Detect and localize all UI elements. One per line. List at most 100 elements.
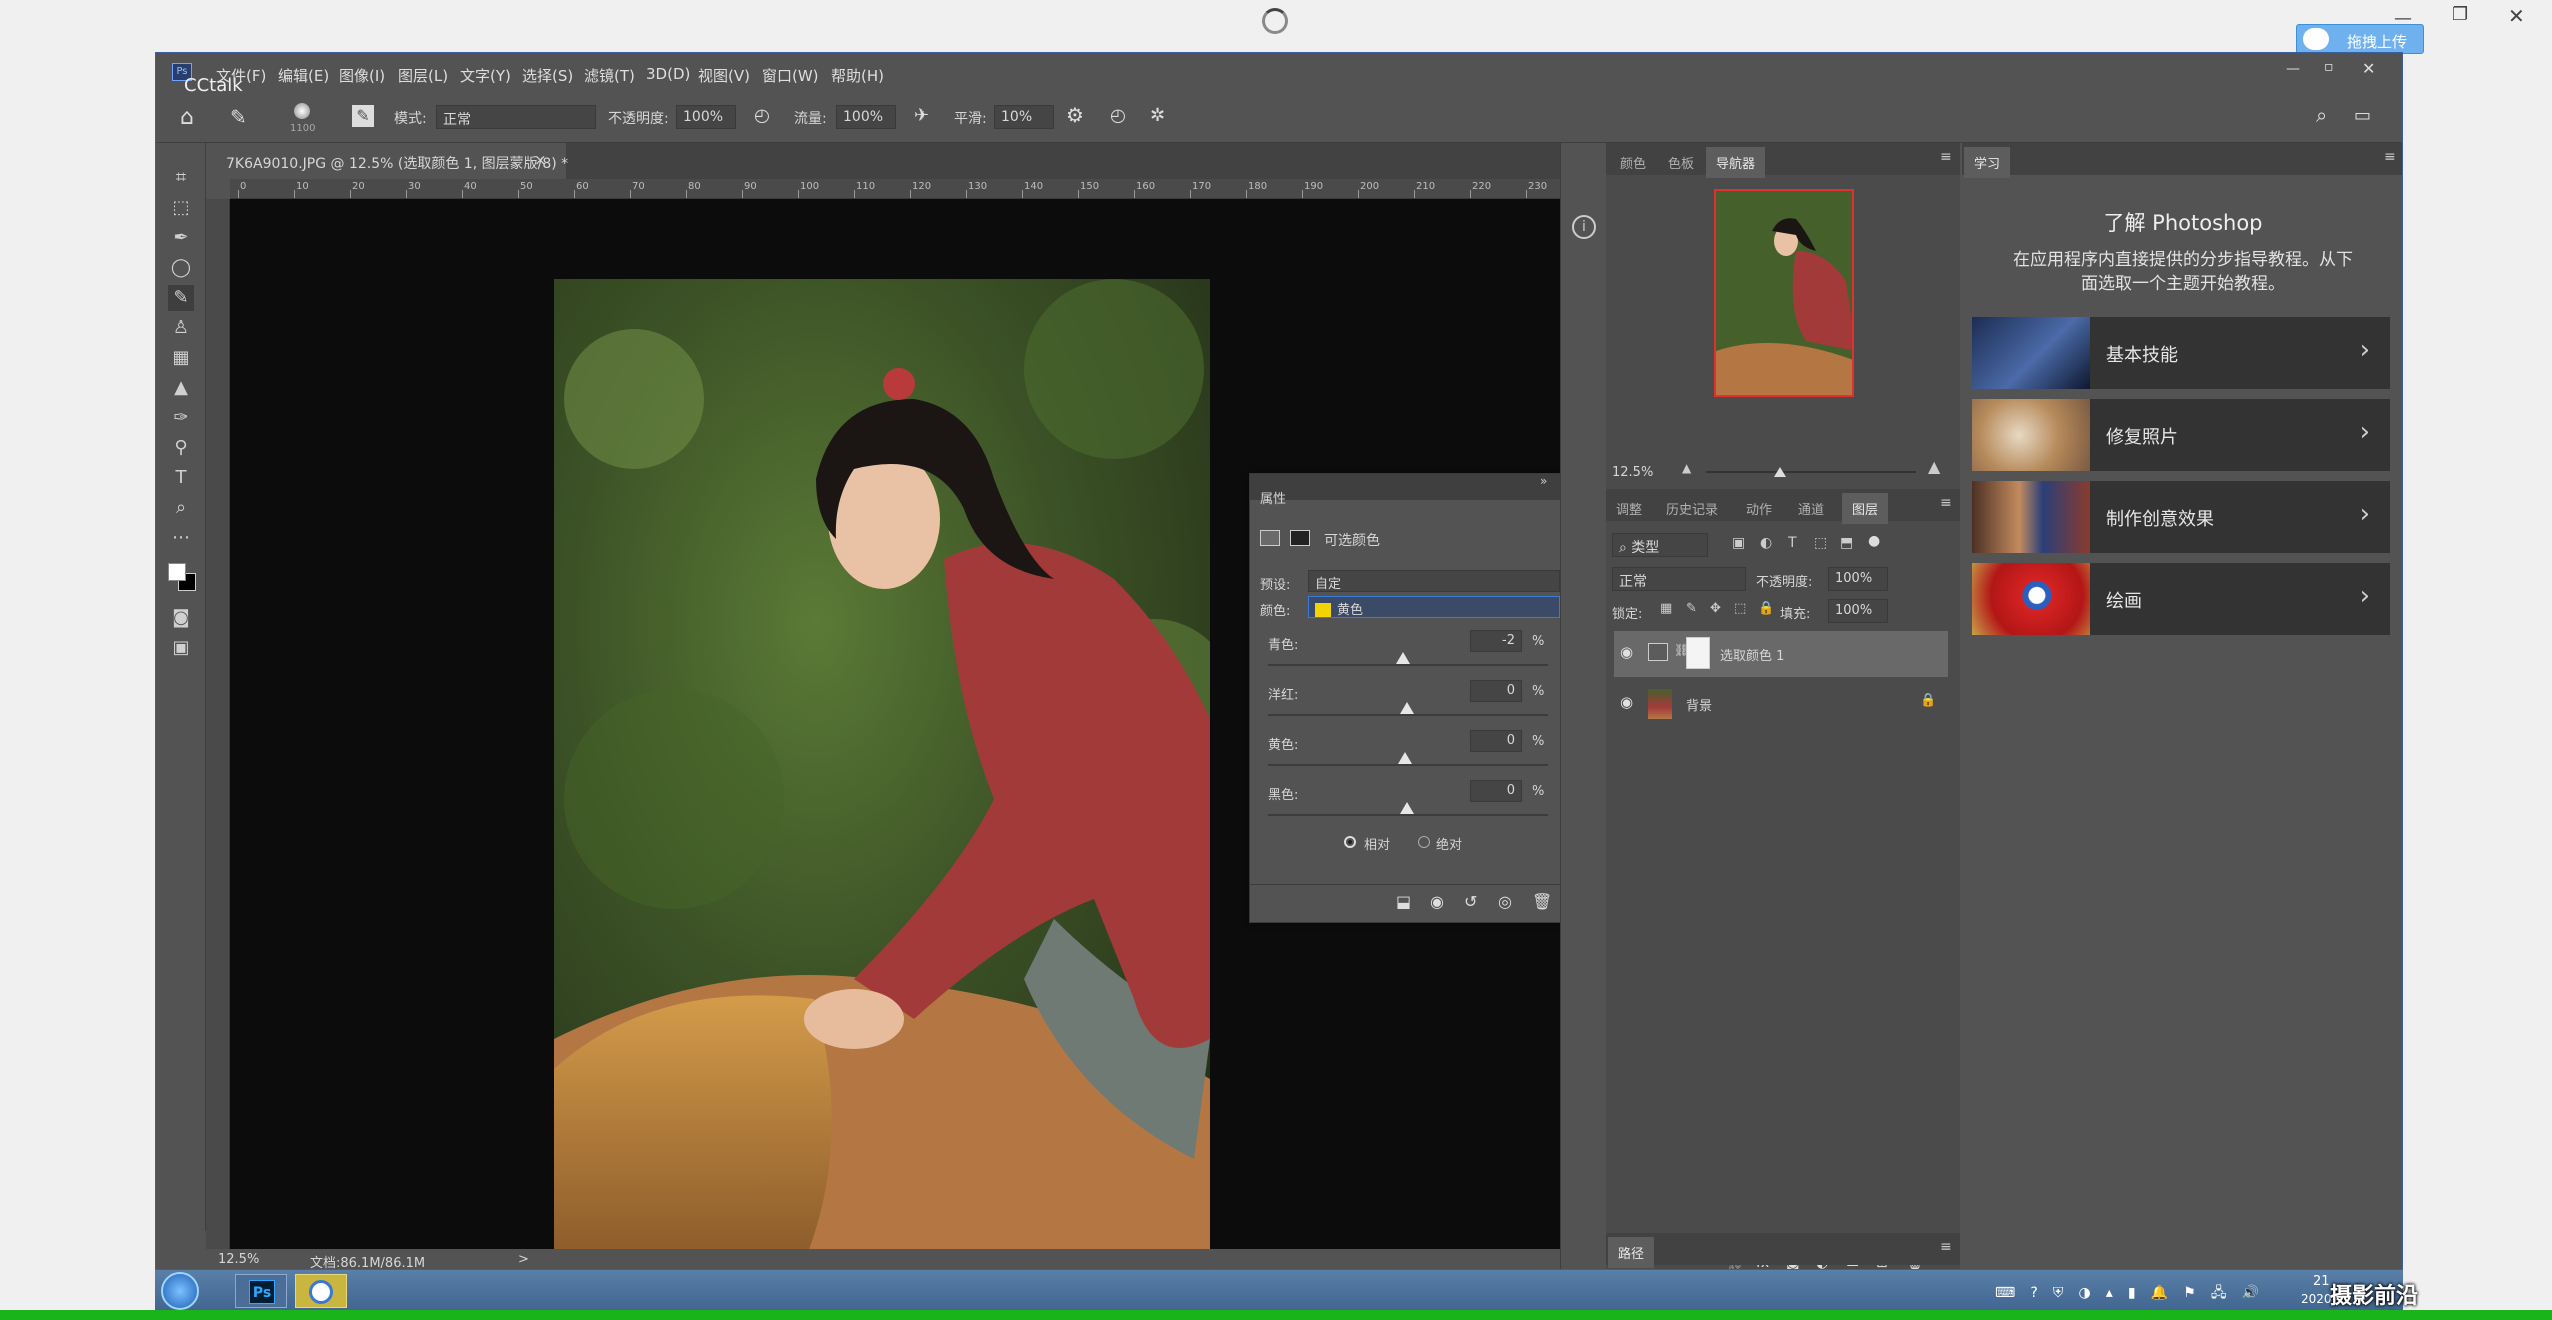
filter-adjustment-icon[interactable]: ◐ xyxy=(1760,535,1772,551)
color-select[interactable]: 黄色 xyxy=(1308,596,1560,618)
tray-flag-icon[interactable]: ⚑ xyxy=(2183,1285,2196,1301)
slider-value-field[interactable]: 0 xyxy=(1470,730,1522,752)
layer-visibility-icon[interactable]: ◉ xyxy=(1620,643,1633,661)
menu-layer[interactable]: 图层(L) xyxy=(398,65,448,86)
brush-settings-icon[interactable]: ✎ xyxy=(352,105,374,127)
slider-thumb[interactable] xyxy=(1400,702,1414,714)
taskbar-photoshop[interactable]: Ps xyxy=(235,1274,287,1308)
filter-type-icon[interactable]: T xyxy=(1788,535,1797,551)
layer-row-selective-color[interactable]: ◉ ⛓ 选取颜色 1 xyxy=(1614,631,1948,677)
mask-icon[interactable] xyxy=(1290,530,1310,546)
upload-button[interactable]: 拖拽上传 xyxy=(2296,24,2424,54)
preset-select[interactable]: 自定 xyxy=(1308,570,1560,592)
slider-track[interactable] xyxy=(1268,814,1548,816)
status-arrow-icon[interactable]: > xyxy=(518,1252,529,1267)
tray-app-icon[interactable]: ◑ xyxy=(2078,1285,2090,1301)
brush-preset-icon[interactable]: ✎ xyxy=(230,105,247,129)
tab-layers[interactable]: 图层 xyxy=(1842,493,1889,524)
menu-filter[interactable]: 滤镜(T) xyxy=(584,65,635,86)
brush-tool-icon[interactable]: ✎ xyxy=(168,285,194,311)
pressure-size-icon[interactable]: ◴ xyxy=(1110,105,1126,126)
marquee-tool-icon[interactable]: ⬚ xyxy=(168,195,194,221)
learn-card-painting[interactable]: 绘画 › xyxy=(1972,563,2390,635)
tab-adjustments[interactable]: 调整 xyxy=(1616,499,1642,518)
clip-to-layer-icon[interactable]: ⬓ xyxy=(1396,892,1411,911)
ps-close-icon[interactable]: ✕ xyxy=(2362,59,2375,78)
learn-menu-icon[interactable]: ≡ xyxy=(2384,149,2396,165)
stamp-tool-icon[interactable]: ♙ xyxy=(168,315,194,341)
pressure-opacity-icon[interactable]: ◴ xyxy=(754,105,770,126)
restore-icon[interactable]: ❐ xyxy=(2452,4,2468,25)
brush-size-preview-icon[interactable] xyxy=(294,103,310,119)
menu-file[interactable]: 文件(F) xyxy=(216,65,266,86)
tab-history[interactable]: 历史记录 xyxy=(1666,499,1718,518)
start-button-icon[interactable] xyxy=(161,1272,199,1310)
document-tab-close-icon[interactable]: × xyxy=(534,151,547,169)
tab-color[interactable]: 颜色 xyxy=(1620,153,1646,172)
tab-paths[interactable]: 路径 xyxy=(1608,1237,1655,1268)
filter-shape-icon[interactable]: ⬚ xyxy=(1814,535,1827,551)
blur-tool-icon[interactable]: ▲ xyxy=(168,375,194,401)
slider-track[interactable] xyxy=(1268,764,1548,766)
ps-minimize-icon[interactable]: — xyxy=(2286,61,2300,77)
navigator-zoom-thumb[interactable] xyxy=(1774,467,1786,477)
document-image[interactable] xyxy=(554,279,1210,1263)
eyedropper-tool-icon[interactable]: ✒ xyxy=(168,225,194,251)
fill-field[interactable]: 100% xyxy=(1828,599,1888,623)
lock-all-icon[interactable]: 🔒 xyxy=(1758,601,1774,616)
search-icon[interactable]: ⌕ xyxy=(2316,103,2327,127)
crop-tool-icon[interactable]: ⌗ xyxy=(168,165,194,191)
tray-network-icon[interactable]: 🖧 xyxy=(2211,1285,2227,1301)
slider-track[interactable] xyxy=(1268,714,1548,716)
clock-date[interactable]: 2020 xyxy=(2301,1292,2332,1306)
symmetry-icon[interactable]: ✲ xyxy=(1150,105,1165,126)
absolute-radio[interactable] xyxy=(1418,836,1430,848)
filter-smart-icon[interactable]: ⬒ xyxy=(1840,535,1853,551)
tray-battery-icon[interactable]: ▮ xyxy=(2128,1285,2136,1301)
layer-name[interactable]: 背景 xyxy=(1686,695,1712,714)
layer-mask-thumbnail[interactable] xyxy=(1686,637,1710,669)
lasso-tool-icon[interactable]: ◯ xyxy=(168,255,194,281)
mode-select[interactable]: 正常 xyxy=(436,105,596,129)
zoom-in-icon[interactable]: ▲ xyxy=(1928,457,1940,476)
clock-time[interactable]: 21 xyxy=(2313,1274,2330,1289)
document-tab[interactable]: 7K6A9010.JPG @ 12.5% (选取颜色 1, 图层蒙版/8) * … xyxy=(206,143,568,179)
tray-security-icon[interactable]: ⛨ xyxy=(2053,1285,2064,1301)
layer-name[interactable]: 选取颜色 1 xyxy=(1720,645,1784,664)
lock-pixels-icon[interactable]: ✎ xyxy=(1686,601,1697,616)
gear-icon[interactable]: ⚙ xyxy=(1066,103,1084,127)
paths-menu-icon[interactable]: ≡ xyxy=(1940,1239,1952,1255)
navigator-menu-icon[interactable]: ≡ xyxy=(1940,149,1952,165)
menu-type[interactable]: 文字(Y) xyxy=(460,65,511,86)
view-previous-icon[interactable]: ◉ xyxy=(1430,892,1444,911)
slider-value-field[interactable]: -2 xyxy=(1470,630,1522,652)
slider-track[interactable] xyxy=(1268,664,1548,666)
slider-value-field[interactable]: 0 xyxy=(1470,780,1522,802)
tray-help-icon[interactable]: ? xyxy=(2030,1285,2037,1301)
tray-keyboard-icon[interactable]: ⌨ xyxy=(1995,1285,2015,1301)
filter-pixel-icon[interactable]: ▣ xyxy=(1732,535,1745,551)
layer-filter-select[interactable]: ⌕ 类型 xyxy=(1612,533,1708,557)
quick-mask-icon[interactable]: ◙ xyxy=(168,605,194,631)
tray-expand-icon[interactable]: ▴ xyxy=(2106,1285,2113,1301)
workspace-icon[interactable]: ▭ xyxy=(2354,105,2371,126)
more-tools-icon[interactable]: ⋯ xyxy=(168,525,194,551)
tab-channels[interactable]: 通道 xyxy=(1798,499,1824,518)
layer-opacity-field[interactable]: 100% xyxy=(1828,567,1888,591)
slider-thumb[interactable] xyxy=(1400,802,1414,814)
learn-card-basics[interactable]: 基本技能 › xyxy=(1972,317,2390,389)
layer-row-background[interactable]: ◉ 背景 🔒 xyxy=(1614,681,1948,727)
pen-tool-icon[interactable]: ✑ xyxy=(168,405,194,431)
taskbar-cctalk[interactable] xyxy=(295,1274,347,1308)
tab-learn[interactable]: 学习 xyxy=(1964,147,2011,178)
panel-collapse-icon[interactable]: » xyxy=(1540,474,1547,488)
status-zoom[interactable]: 12.5% xyxy=(218,1252,259,1267)
close-icon[interactable]: ✕ xyxy=(2508,4,2525,28)
dodge-tool-icon[interactable]: ⚲ xyxy=(168,435,194,461)
lock-artboard-icon[interactable]: ⬚ xyxy=(1734,601,1746,616)
learn-card-creative[interactable]: 制作创意效果 › xyxy=(1972,481,2390,553)
opacity-field[interactable]: 100% xyxy=(676,105,736,129)
ps-restore-icon[interactable]: ▫ xyxy=(2324,59,2334,75)
tab-swatches[interactable]: 色板 xyxy=(1668,153,1694,172)
menu-select[interactable]: 选择(S) xyxy=(522,65,573,86)
